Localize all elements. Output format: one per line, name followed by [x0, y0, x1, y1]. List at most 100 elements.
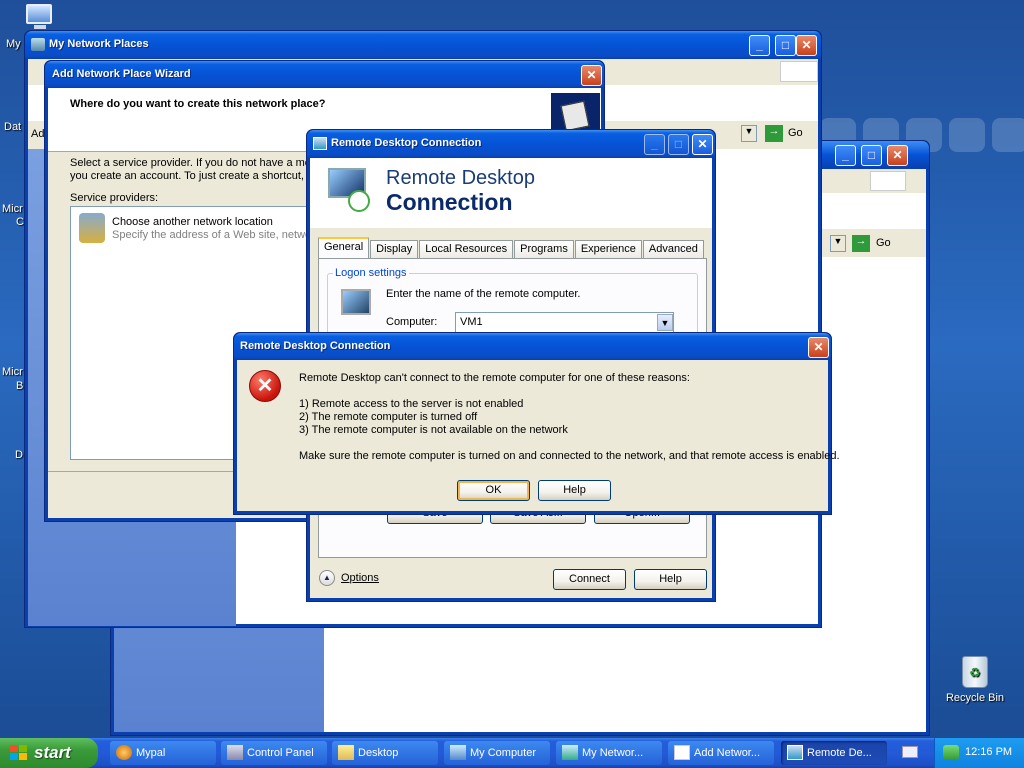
keyboard-icon[interactable] [902, 746, 918, 758]
connect-button[interactable]: Connect [553, 569, 626, 590]
taskbar: start Mypal Control Panel Desktop My Com… [0, 738, 1024, 768]
tab-programs[interactable]: Programs [514, 240, 574, 258]
desktop-label-b[interactable]: B [16, 380, 23, 392]
close-button[interactable]: ✕ [692, 134, 713, 155]
task-remote-desktop[interactable]: Remote De... [781, 741, 887, 765]
tab-general[interactable]: General [318, 237, 370, 258]
error-reason-1: 1) Remote access to the server is not en… [299, 398, 524, 410]
control-panel-icon [227, 745, 243, 760]
chevron-up-icon[interactable]: ▲ [319, 570, 335, 586]
banner-line-1: Remote Desktop [386, 167, 535, 189]
error-reason-2: 2) The remote computer is turned off [299, 411, 478, 423]
banner-line-2: Connection [386, 189, 513, 215]
wizard-intro-line-2: you create an account. To just create a … [70, 170, 304, 182]
rdc-title: Remote Desktop Connection [331, 137, 482, 149]
go-label[interactable]: Go [788, 127, 803, 139]
go-label[interactable]: Go [876, 237, 891, 249]
minimize-button[interactable]: _ [835, 145, 856, 166]
instruction-text: Enter the name of the remote computer. [386, 288, 581, 300]
ok-button[interactable]: OK [457, 480, 530, 501]
rdc-title-icon [313, 137, 327, 150]
provider-name[interactable]: Choose another network location [112, 216, 273, 228]
error-dialog[interactable]: Remote Desktop Connection ✕ ✕ Remote Des… [233, 332, 840, 515]
rdc-tabs: General Display Local Resources Programs… [318, 237, 705, 258]
task-label: My Computer [470, 747, 537, 759]
desktop-label-dat[interactable]: Dat [4, 121, 21, 133]
task-label: Remote De... [807, 747, 872, 759]
help-button[interactable]: Help [538, 480, 611, 501]
go-arrow-icon[interactable]: → [852, 235, 870, 252]
start-label: start [34, 743, 71, 762]
windows-logo-icon [870, 171, 906, 191]
network-places-icon [562, 745, 578, 760]
tab-experience[interactable]: Experience [574, 240, 642, 258]
remote-desktop-icon [326, 166, 372, 212]
tab-advanced[interactable]: Advanced [642, 240, 704, 258]
desktop-label-micr-2[interactable]: Micr [2, 366, 23, 378]
go-arrow-icon[interactable]: → [765, 125, 783, 142]
task-mypal[interactable]: Mypal [110, 741, 216, 765]
close-button[interactable]: ✕ [887, 145, 908, 166]
task-control-panel[interactable]: Control Panel [221, 741, 327, 765]
wizard-heading: Where do you want to create this network… [70, 98, 326, 110]
wizard-title: Add Network Place Wizard [52, 68, 191, 80]
maximize-button[interactable]: □ [668, 134, 689, 155]
computer-label: Computer: [386, 316, 438, 328]
providers-label: Service providers: [70, 192, 159, 204]
minimize-button[interactable]: _ [644, 134, 665, 155]
desktop-label-micr[interactable]: Micr [2, 203, 23, 215]
error-reason-3: 3) The remote computer is not available … [299, 424, 568, 436]
computer-combobox[interactable]: VM1 ▼ [455, 312, 674, 333]
task-add-network-place[interactable]: Add Networ... [668, 741, 774, 765]
error-advice: Make sure the remote computer is turned … [299, 450, 840, 462]
system-tray: 12:16 PM [934, 738, 1024, 768]
address-dropdown-button[interactable]: ▼ [741, 125, 757, 142]
close-button[interactable]: ✕ [581, 65, 602, 86]
start-button[interactable]: start [0, 738, 98, 768]
recycle-bin-label: Recycle Bin [945, 692, 1005, 704]
task-my-network-places[interactable]: My Networ... [556, 741, 662, 765]
close-button[interactable]: ✕ [796, 35, 817, 56]
desktop-label-c[interactable]: C [16, 216, 24, 228]
tab-local-resources[interactable]: Local Resources [419, 240, 514, 258]
folder-icon [338, 745, 354, 760]
wizard-icon [674, 745, 690, 760]
desktop-label-d[interactable]: D [15, 449, 23, 461]
network-location-icon [79, 213, 105, 243]
recycle-bin-icon [962, 656, 988, 688]
mypal-icon [116, 745, 132, 760]
computer-icon [450, 745, 466, 760]
address-dropdown-button[interactable]: ▼ [830, 235, 846, 252]
computer-icon [341, 289, 371, 315]
error-dialog-title: Remote Desktop Connection [240, 340, 391, 352]
maximize-button[interactable]: □ [861, 145, 882, 166]
address-label: Ad [31, 128, 45, 140]
logon-settings-label: Logon settings [333, 267, 409, 279]
my-computer-desktop-icon[interactable] [22, 2, 56, 30]
chevron-down-icon[interactable]: ▼ [657, 314, 673, 331]
windows-logo-icon [780, 61, 818, 82]
task-label: My Networ... [582, 747, 644, 759]
network-places-icon [31, 38, 45, 51]
task-label: Mypal [136, 747, 166, 759]
task-desktop[interactable]: Desktop [332, 741, 438, 765]
error-intro: Remote Desktop can't connect to the remo… [299, 372, 690, 384]
task-label: Add Networ... [694, 747, 761, 759]
error-icon: ✕ [249, 370, 281, 402]
options-button[interactable]: Options [341, 572, 379, 584]
network-status-icon[interactable] [943, 745, 959, 760]
tab-display[interactable]: Display [370, 240, 419, 258]
task-my-computer[interactable]: My Computer [444, 741, 550, 765]
close-button[interactable]: ✕ [808, 337, 829, 358]
computer-value: VM1 [460, 316, 483, 328]
remote-desktop-icon [787, 745, 803, 760]
task-label: Desktop [358, 747, 399, 759]
desktop-label-my[interactable]: My [6, 38, 21, 50]
clock[interactable]: 12:16 PM [965, 746, 1012, 758]
window-title: My Network Places [49, 38, 149, 50]
minimize-button[interactable]: _ [749, 35, 770, 56]
recycle-bin[interactable]: Recycle Bin [940, 656, 1010, 704]
windows-flag-icon [10, 745, 28, 761]
help-button[interactable]: Help [634, 569, 707, 590]
maximize-button[interactable]: □ [775, 35, 796, 56]
